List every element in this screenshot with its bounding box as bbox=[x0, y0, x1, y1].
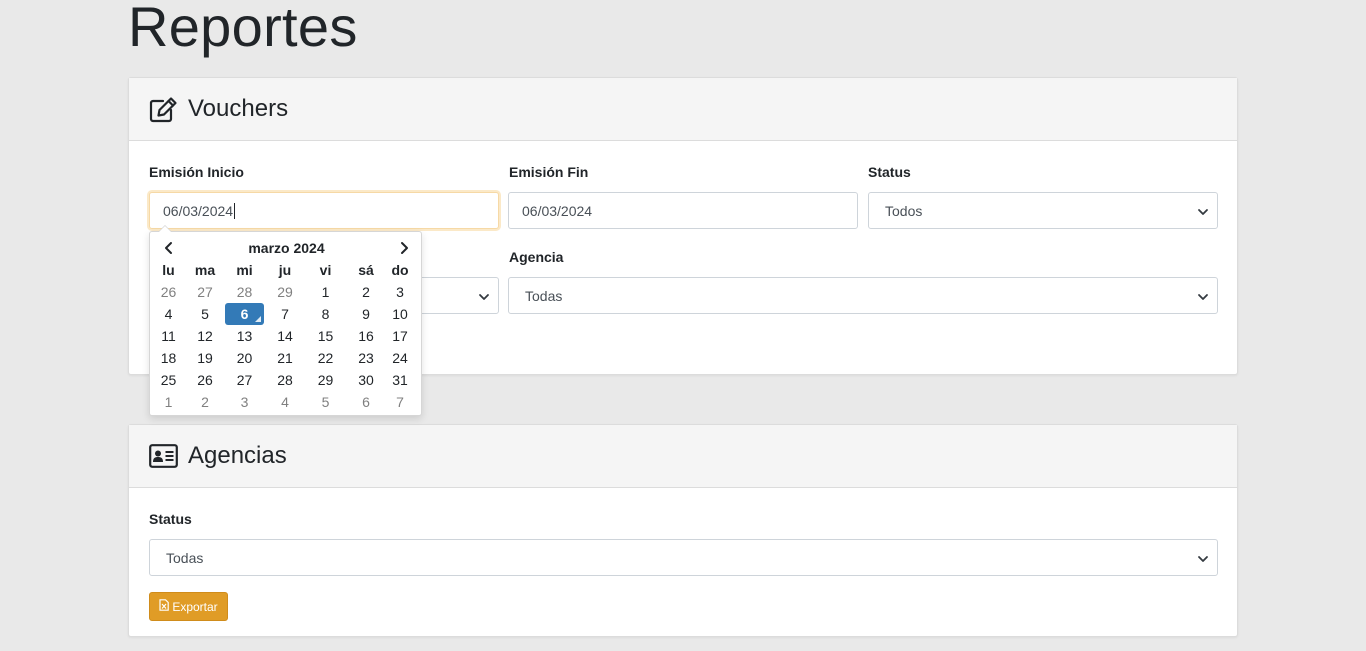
datepicker-week-row: 11 12 13 14 15 16 17 bbox=[150, 325, 415, 347]
datepicker-day[interactable]: 27 bbox=[223, 369, 266, 391]
datepicker-week-row: 18 19 20 21 22 23 24 bbox=[150, 347, 415, 369]
weekday-label: lu bbox=[162, 262, 175, 278]
datepicker-day[interactable]: 2 bbox=[187, 391, 223, 413]
datepicker-day[interactable]: 3 bbox=[385, 281, 415, 303]
datepicker-day[interactable]: 19 bbox=[187, 347, 223, 369]
datepicker-day[interactable]: 14 bbox=[266, 325, 304, 347]
page-title: Reportes bbox=[128, 0, 358, 58]
datepicker-day[interactable]: 3 bbox=[223, 391, 266, 413]
datepicker: marzo 2024 lu ma mi ju vi sá do 26 27 28 29 1 2 3 4 5 6 7… bbox=[149, 225, 423, 416]
datepicker-day[interactable]: 28 bbox=[223, 281, 266, 303]
datepicker-day[interactable]: 26 bbox=[187, 369, 223, 391]
agencias-card-header: Agencias bbox=[129, 425, 1237, 488]
file-excel-icon bbox=[159, 599, 170, 614]
datepicker-month-title[interactable]: marzo 2024 bbox=[150, 240, 423, 256]
datepicker-day[interactable]: 22 bbox=[304, 347, 347, 369]
datepicker-day[interactable]: 25 bbox=[150, 369, 187, 391]
datepicker-day[interactable]: 5 bbox=[304, 391, 347, 413]
datepicker-day[interactable]: 2 bbox=[347, 281, 385, 303]
chevron-down-icon bbox=[1197, 552, 1209, 564]
emision-inicio-input[interactable]: 06/03/2024 bbox=[149, 192, 499, 229]
datepicker-day[interactable]: 4 bbox=[150, 303, 187, 325]
vouchers-card-header: Vouchers bbox=[129, 78, 1237, 141]
weekday-label: ma bbox=[194, 262, 216, 278]
datepicker-weekdays: lu ma mi ju vi sá do bbox=[150, 259, 415, 281]
weekday-label: mi bbox=[236, 262, 253, 278]
datepicker-week-row: 26 27 28 29 1 2 3 bbox=[150, 281, 415, 303]
datepicker-selected-day[interactable]: 6 bbox=[225, 303, 264, 325]
chevron-right-icon[interactable] bbox=[397, 241, 411, 255]
agencia-select[interactable]: Todas bbox=[508, 277, 1218, 314]
datepicker-day[interactable]: 8 bbox=[304, 303, 347, 325]
datepicker-day[interactable]: 11 bbox=[150, 325, 187, 347]
datepicker-day[interactable]: 21 bbox=[266, 347, 304, 369]
edit-icon bbox=[149, 95, 179, 123]
datepicker-day[interactable]: 9 bbox=[347, 303, 385, 325]
datepicker-day[interactable]: 15 bbox=[304, 325, 347, 347]
datepicker-grid: lu ma mi ju vi sá do 26 27 28 29 1 2 3 4 5 6 7 8 9 10 11 12 13 1… bbox=[150, 259, 415, 413]
vouchers-status-label: Status bbox=[868, 164, 911, 180]
datepicker-day[interactable]: 6 bbox=[347, 391, 385, 413]
vouchers-title: Vouchers bbox=[188, 95, 289, 122]
datepicker-day[interactable]: 27 bbox=[187, 281, 223, 303]
datepicker-day[interactable]: 28 bbox=[266, 369, 304, 391]
datepicker-day[interactable]: 1 bbox=[150, 391, 187, 413]
emision-fin-label: Emisión Fin bbox=[509, 164, 589, 180]
datepicker-week-row: 1234567 bbox=[150, 391, 415, 413]
agencias-status-label: Status bbox=[149, 511, 192, 527]
datepicker-day[interactable]: 5 bbox=[187, 303, 223, 325]
datepicker-day[interactable]: 24 bbox=[385, 347, 415, 369]
weekday-label: ju bbox=[278, 262, 292, 278]
datepicker-day[interactable]: 20 bbox=[223, 347, 266, 369]
datepicker-day[interactable]: 18 bbox=[150, 347, 187, 369]
datepicker-week-row: 25 26 27 28 29 30 31 bbox=[150, 369, 415, 391]
emision-fin-input[interactable]: 06/03/2024 bbox=[508, 192, 858, 229]
emision-inicio-label: Emisión Inicio bbox=[149, 164, 244, 180]
chevron-down-icon bbox=[478, 290, 490, 302]
weekday-label: do bbox=[391, 262, 409, 278]
agencias-card: Agencias Status Todas Exportar bbox=[128, 424, 1238, 637]
agencias-status-select[interactable]: Todas bbox=[149, 539, 1218, 576]
chevron-down-icon bbox=[1197, 290, 1209, 302]
datepicker-day[interactable]: 13 bbox=[223, 325, 266, 347]
vouchers-status-select[interactable]: Todos bbox=[868, 192, 1218, 229]
export-label: Exportar bbox=[172, 599, 218, 614]
agencias-title: Agencias bbox=[188, 442, 287, 469]
emision-inicio-value: 06/03/2024 bbox=[163, 202, 234, 219]
id-card-icon bbox=[149, 442, 179, 470]
datepicker-header: marzo 2024 bbox=[150, 237, 423, 259]
datepicker-day[interactable]: 12 bbox=[187, 325, 223, 347]
datepicker-day[interactable]: 7 bbox=[385, 391, 415, 413]
datepicker-day[interactable]: 31 bbox=[385, 369, 415, 391]
datepicker-day[interactable]: 1 bbox=[304, 281, 347, 303]
datepicker-week-row: 4 5 6 7 8 9 10 bbox=[150, 303, 415, 325]
datepicker-day[interactable]: 29 bbox=[304, 369, 347, 391]
datepicker-day[interactable]: 30 bbox=[347, 369, 385, 391]
chevron-down-icon bbox=[1197, 205, 1209, 217]
emision-fin-value: 06/03/2024 bbox=[522, 202, 593, 219]
agencia-label: Agencia bbox=[509, 249, 564, 265]
datepicker-day[interactable]: 4 bbox=[266, 391, 304, 413]
weekday-label: sá bbox=[358, 262, 374, 278]
datepicker-day[interactable]: 26 bbox=[150, 281, 187, 303]
weekday-label: vi bbox=[319, 262, 332, 278]
agencias-status-value: Todas bbox=[166, 549, 204, 566]
datepicker-day[interactable]: 10 bbox=[385, 303, 415, 325]
datepicker-day[interactable]: 29 bbox=[266, 281, 304, 303]
agencia-value: Todas bbox=[525, 287, 563, 304]
vouchers-status-value: Todos bbox=[885, 202, 923, 219]
text-caret bbox=[234, 202, 236, 219]
datepicker-day[interactable]: 23 bbox=[347, 347, 385, 369]
export-button[interactable]: Exportar bbox=[149, 592, 228, 621]
datepicker-day[interactable]: 17 bbox=[385, 325, 415, 347]
datepicker-day[interactable]: 16 bbox=[347, 325, 385, 347]
datepicker-day[interactable]: 7 bbox=[266, 303, 304, 325]
